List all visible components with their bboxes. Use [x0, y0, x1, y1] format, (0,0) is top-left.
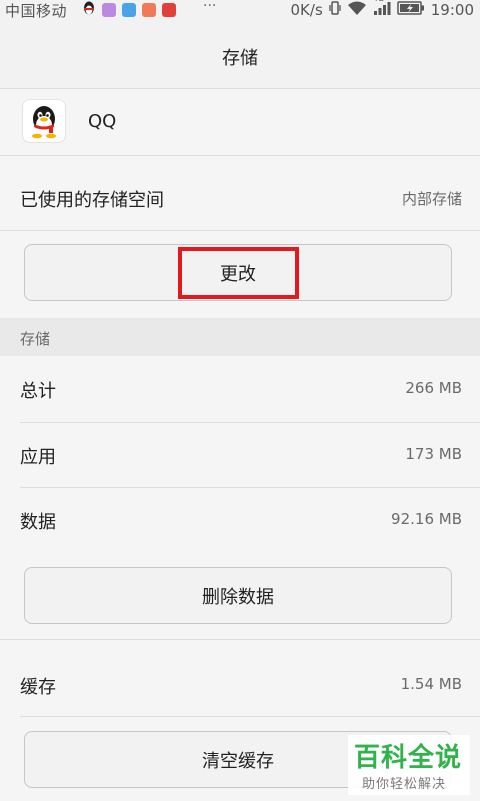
total-value: 266 MB — [405, 379, 462, 397]
data-value: 92.16 MB — [391, 510, 462, 528]
network-speed: 0K/s — [290, 1, 323, 19]
divider — [0, 230, 480, 231]
network-type: 4G — [373, 0, 384, 3]
huawei-icon — [162, 3, 176, 17]
divider — [0, 639, 480, 640]
qq-icon — [82, 0, 96, 20]
storage-used-row[interactable]: 已使用的存储空间 内部存储 — [0, 166, 480, 231]
signal-icon: 4G — [373, 0, 391, 20]
watermark-title: 百科全说 — [354, 743, 463, 773]
app-name: QQ — [88, 111, 117, 132]
data-row: 数据 92.16 MB — [0, 488, 480, 553]
change-button[interactable]: 更改 — [24, 244, 452, 301]
storage-used-label: 已使用的存储空间 — [20, 190, 164, 211]
clear-data-button[interactable]: 删除数据 — [24, 567, 452, 624]
storage-used-value: 内部存储 — [401, 190, 462, 208]
section-header-storage: 存储 — [0, 318, 480, 356]
file-icon — [122, 3, 136, 17]
apps-row: 应用 173 MB — [0, 423, 480, 488]
app-icon — [142, 3, 156, 17]
total-label: 总计 — [20, 381, 56, 402]
notification-icons — [82, 0, 176, 20]
divider — [20, 716, 480, 717]
more-notifications-indicator: ··· — [203, 0, 217, 14]
cache-row: 缓存 1.54 MB — [0, 653, 480, 718]
watermark-subtitle: 助你轻松解决 — [362, 777, 447, 792]
qq-app-icon — [22, 99, 66, 143]
apps-value: 173 MB — [405, 445, 462, 463]
apps-label: 应用 — [20, 447, 56, 468]
wifi-icon — [347, 0, 367, 20]
cache-label: 缓存 — [20, 677, 56, 698]
battery-icon — [397, 0, 425, 20]
clock: 19:00 — [430, 1, 474, 19]
total-row: 总计 266 MB — [0, 357, 480, 422]
cache-value: 1.54 MB — [400, 675, 462, 693]
status-bar: 中国移动 ··· 0K/s 4G 19:00 — [0, 0, 480, 20]
section-title: 存储 — [20, 330, 51, 348]
page-title: 存储 — [222, 48, 258, 69]
app-info-row: QQ — [0, 89, 480, 156]
vibrate-icon — [329, 0, 341, 20]
carrier-label: 中国移动 — [5, 2, 68, 20]
title-bar: 存储 — [0, 20, 480, 89]
watermark: 百科全说 助你轻松解决 — [348, 735, 470, 795]
gallery-icon — [102, 3, 116, 17]
data-label: 数据 — [20, 512, 56, 533]
